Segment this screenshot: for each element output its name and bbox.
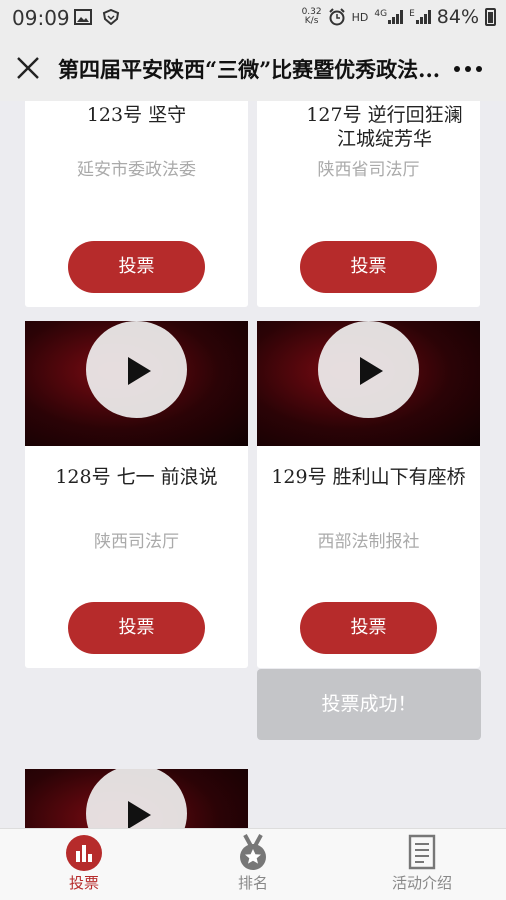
play-icon [128, 357, 151, 385]
video-thumbnail[interactable] [25, 321, 248, 446]
entry-org: 陕西省司法厅 [317, 160, 420, 180]
image-icon [74, 9, 92, 25]
medal-icon [240, 834, 266, 870]
play-icon [360, 357, 383, 385]
page-title: 第四届平安陕西“三微”比赛暨优秀政法... [58, 57, 441, 82]
bottom-tab-bar: 投票 排名 活动介绍 [0, 828, 506, 900]
entry-card [25, 769, 248, 828]
document-icon [408, 834, 436, 870]
play-button[interactable] [318, 321, 419, 418]
entry-card: 128号 七一 前浪说 陕西司法厅 投票 [25, 321, 248, 668]
entry-title: 129号 胜利山下有座桥 [271, 466, 466, 488]
battery-icon [485, 8, 496, 26]
close-icon[interactable] [16, 56, 40, 80]
shield-icon [102, 9, 120, 25]
tab-label: 排名 [237, 874, 268, 892]
video-thumbnail[interactable] [25, 769, 248, 828]
play-button[interactable] [86, 321, 187, 418]
status-bar: 09:09 0.32 K/s HD 4G E 84% [0, 0, 506, 36]
entry-card: 127号 逆行回狂澜江城绽芳华 陕西省司法厅 投票 [257, 101, 480, 307]
tab-activity-intro[interactable]: 活动介绍 [338, 829, 506, 900]
hd-indicator: HD [351, 10, 369, 24]
play-button[interactable] [86, 769, 187, 828]
status-time: 09:09 [12, 6, 70, 30]
network-speed: 0.32 K/s [301, 7, 322, 26]
entry-title: 128号 七一 前浪说 [55, 466, 218, 488]
battery-percent: 84% [436, 6, 479, 28]
entry-title: 127号 逆行回狂澜江城绽芳华 [306, 104, 463, 150]
tab-ranking[interactable]: 排名 [169, 829, 337, 900]
video-thumbnail[interactable] [257, 321, 480, 446]
nav-bar: 第四届平安陕西“三微”比赛暨优秀政法... [0, 36, 506, 101]
tab-vote[interactable]: 投票 [0, 829, 168, 900]
entry-card: 129号 胜利山下有座桥 西部法制报社 投票 [257, 321, 480, 668]
vote-list[interactable]: 123号 坚守 延安市委政法委 投票 127号 逆行回狂澜江城绽芳华 陕西省司法… [0, 101, 506, 828]
tab-label: 投票 [68, 874, 99, 892]
bar-chart-icon [66, 835, 102, 871]
entry-title: 123号 坚守 [86, 104, 187, 126]
signal-icon: 4G [374, 10, 404, 24]
vote-button[interactable]: 投票 [300, 241, 437, 293]
vote-button[interactable]: 投票 [300, 602, 437, 654]
entry-card: 123号 坚守 延安市委政法委 投票 [25, 101, 248, 307]
vote-success-toast: 投票成功！ [257, 669, 481, 740]
vote-button[interactable]: 投票 [68, 241, 205, 293]
more-dots-icon[interactable] [454, 66, 482, 72]
tab-label: 活动介绍 [391, 874, 452, 892]
play-icon [128, 801, 151, 828]
vote-button[interactable]: 投票 [68, 602, 205, 654]
entry-org: 陕西司法厅 [94, 532, 179, 552]
alarm-icon [328, 8, 345, 26]
signal-icon-2: E [409, 10, 431, 24]
entry-org: 延安市委政法委 [77, 160, 196, 180]
entry-org: 西部法制报社 [317, 532, 420, 552]
